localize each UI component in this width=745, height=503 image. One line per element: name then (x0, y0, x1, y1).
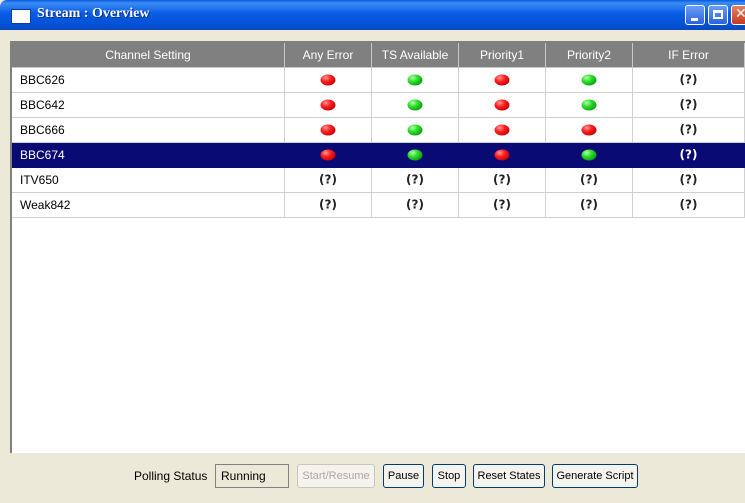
status-cell-priority2[interactable] (546, 143, 633, 168)
status-cell-ts-available[interactable]: (?) (372, 168, 459, 193)
status-cell-priority2[interactable]: (?) (546, 168, 633, 193)
unknown-status-icon: (?) (580, 172, 598, 187)
stream-overview-window: Stream : Overview Channel Setting Any Er… (0, 0, 745, 503)
unknown-status-icon: (?) (406, 197, 424, 212)
status-cell-if-error[interactable]: (?) (633, 93, 745, 118)
unknown-status-icon: (?) (679, 172, 698, 187)
green-led-icon (581, 99, 597, 111)
unknown-status-icon: (?) (493, 197, 511, 212)
red-led-icon (320, 149, 336, 161)
polling-status-label: Polling Status (134, 469, 208, 483)
footer-bar: Polling Status Running Start/Resume Paus… (0, 463, 745, 493)
table-row[interactable]: BBC626 (?) (12, 68, 745, 93)
green-led-icon (407, 99, 423, 111)
status-cell-if-error[interactable]: (?) (633, 118, 745, 143)
status-cell-any-error[interactable] (285, 143, 372, 168)
status-cell-priority1[interactable] (459, 68, 546, 93)
status-cell-if-error[interactable]: (?) (633, 168, 745, 193)
status-cell-priority1[interactable]: (?) (459, 168, 546, 193)
unknown-status-icon: (?) (493, 172, 511, 187)
channel-name-cell[interactable]: BBC674 (12, 143, 285, 168)
window-title: Stream : Overview (37, 6, 150, 21)
title-bar[interactable]: Stream : Overview (0, 0, 745, 30)
start-resume-button[interactable]: Start/Resume (297, 464, 375, 488)
status-cell-ts-available[interactable]: (?) (372, 193, 459, 218)
status-cell-any-error[interactable] (285, 68, 372, 93)
status-cell-any-error[interactable] (285, 93, 372, 118)
channel-name-cell[interactable]: BBC626 (12, 68, 285, 93)
polling-status-field: Running (215, 464, 289, 488)
close-button[interactable] (731, 5, 745, 25)
unknown-status-icon: (?) (319, 197, 337, 212)
column-header-ts-available[interactable]: TS Available (372, 43, 459, 68)
status-cell-any-error[interactable] (285, 118, 372, 143)
column-header-priority1[interactable]: Priority1 (459, 43, 546, 68)
status-cell-priority1[interactable] (459, 93, 546, 118)
channel-name-cell[interactable]: Weak842 (12, 193, 285, 218)
column-header-priority2[interactable]: Priority2 (546, 43, 633, 68)
status-cell-if-error[interactable]: (?) (633, 193, 745, 218)
status-cell-priority2[interactable] (546, 68, 633, 93)
status-cell-priority2[interactable]: (?) (546, 193, 633, 218)
status-cell-priority2[interactable] (546, 118, 633, 143)
red-led-icon (581, 124, 597, 136)
red-led-icon (320, 124, 336, 136)
reset-states-button[interactable]: Reset States (473, 464, 545, 488)
status-cell-ts-available[interactable] (372, 68, 459, 93)
status-cell-any-error[interactable]: (?) (285, 193, 372, 218)
status-cell-ts-available[interactable] (372, 143, 459, 168)
red-led-icon (320, 74, 336, 86)
red-led-icon (494, 99, 510, 111)
table-row[interactable]: BBC666 (?) (12, 118, 745, 143)
green-led-icon (407, 74, 423, 86)
green-led-icon (581, 74, 597, 86)
status-cell-ts-available[interactable] (372, 93, 459, 118)
unknown-status-icon: (?) (679, 122, 698, 137)
unknown-status-icon: (?) (679, 97, 698, 112)
maximize-button[interactable] (708, 5, 728, 25)
table-row[interactable]: Weak842 (?) (?) (?) (?) (?) (12, 193, 745, 218)
red-led-icon (494, 149, 510, 161)
unknown-status-icon: (?) (679, 147, 698, 162)
channel-name-cell[interactable]: BBC666 (12, 118, 285, 143)
red-led-icon (494, 74, 510, 86)
green-led-icon (581, 149, 597, 161)
unknown-status-icon: (?) (406, 172, 424, 187)
red-led-icon (320, 99, 336, 111)
column-header-channel-setting[interactable]: Channel Setting (12, 43, 285, 68)
generate-script-button[interactable]: Generate Script (552, 464, 638, 488)
channel-name-cell[interactable]: ITV650 (12, 168, 285, 193)
window-icon (11, 9, 31, 24)
table-row[interactable]: BBC674 (?) (12, 143, 745, 168)
column-header-any-error[interactable]: Any Error (285, 43, 372, 68)
unknown-status-icon: (?) (679, 197, 698, 212)
table-row[interactable]: BBC642 (?) (12, 93, 745, 118)
minimize-button[interactable] (685, 5, 705, 25)
pause-button[interactable]: Pause (383, 464, 424, 488)
channel-name-cell[interactable]: BBC642 (12, 93, 285, 118)
status-cell-priority2[interactable] (546, 93, 633, 118)
unknown-status-icon: (?) (679, 72, 698, 87)
status-cell-any-error[interactable]: (?) (285, 168, 372, 193)
green-led-icon (407, 149, 423, 161)
status-cell-if-error[interactable]: (?) (633, 68, 745, 93)
status-cell-priority1[interactable] (459, 118, 546, 143)
status-cell-priority1[interactable] (459, 143, 546, 168)
red-led-icon (494, 124, 510, 136)
table-row[interactable]: ITV650 (?) (?) (?) (?) (?) (12, 168, 745, 193)
status-cell-priority1[interactable]: (?) (459, 193, 546, 218)
unknown-status-icon: (?) (319, 172, 337, 187)
green-led-icon (407, 124, 423, 136)
unknown-status-icon: (?) (580, 197, 598, 212)
status-cell-ts-available[interactable] (372, 118, 459, 143)
column-header-if-error[interactable]: IF Error (633, 43, 745, 68)
stop-button[interactable]: Stop (432, 464, 466, 488)
channel-status-grid[interactable]: Channel Setting Any Error TS Available P… (10, 41, 745, 453)
status-cell-if-error[interactable]: (?) (633, 143, 745, 168)
